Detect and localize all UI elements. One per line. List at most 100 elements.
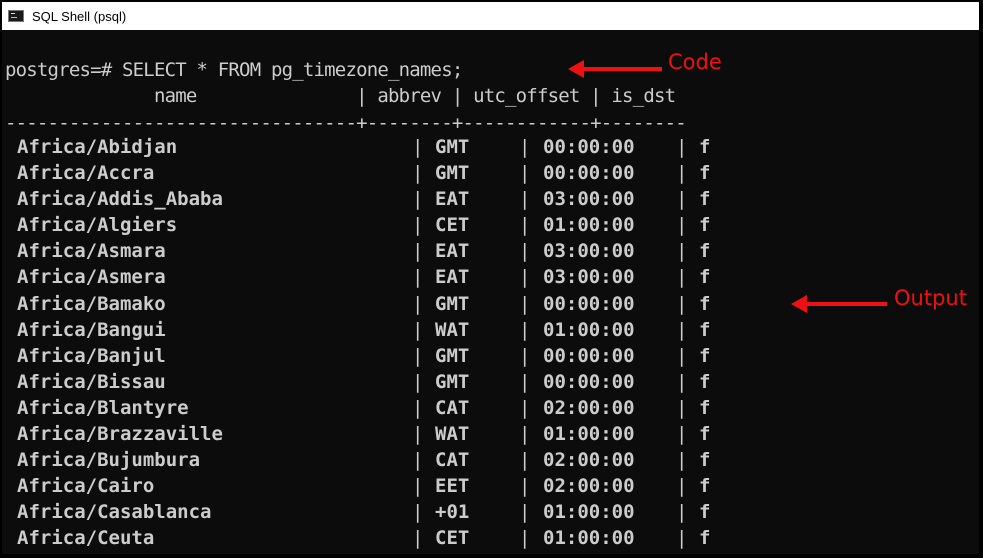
column-separator: |: [519, 266, 531, 289]
cell-utc-offset: 03:00:00: [543, 266, 635, 289]
output-arrow-icon: [791, 295, 887, 313]
cell-is-dst: f: [699, 475, 711, 498]
cell-abbrev: WAT: [435, 318, 470, 341]
cell-name: Africa/Algiers: [17, 214, 178, 237]
cell-is-dst: f: [699, 501, 711, 524]
column-separator: |: [412, 214, 424, 237]
column-separator: |: [412, 188, 424, 211]
column-separator: |: [519, 240, 531, 263]
cell-name: Africa/Cairo: [17, 475, 155, 498]
column-separator: |: [519, 449, 531, 472]
terminal-area[interactable]: postgres=# SELECT * FROM pg_timezone_nam…: [2, 30, 979, 554]
column-separator: |: [676, 423, 688, 446]
cell-name: Africa/Brazzaville: [17, 423, 223, 446]
cell-is-dst: f: [699, 396, 711, 419]
column-separator: |: [519, 136, 531, 158]
column-separator: |: [412, 136, 424, 158]
window-title: SQL Shell (psql): [32, 8, 127, 24]
cell-utc-offset: 02:00:00: [543, 449, 635, 472]
column-separator: |: [412, 162, 424, 185]
cell-utc-offset: 00:00:00: [543, 292, 635, 315]
cell-utc-offset: 02:00:00: [543, 396, 635, 419]
column-separator: |: [676, 188, 688, 211]
cell-abbrev: GMT: [435, 292, 470, 315]
column-separator: |: [519, 527, 531, 550]
column-separator: |: [519, 396, 531, 419]
cell-is-dst: f: [699, 527, 711, 550]
column-separator: |: [676, 266, 688, 289]
cell-name: Africa/Casablanca: [17, 501, 212, 524]
column-separator: |: [519, 344, 531, 367]
table-separator: ---------------------------------+------…: [5, 112, 687, 134]
cell-name: Africa/Bujumbura: [17, 449, 201, 472]
cell-name: Africa/Banjul: [17, 344, 166, 367]
cell-abbrev: CAT: [435, 449, 470, 472]
cell-name: Africa/Accra: [17, 162, 155, 185]
column-separator: |: [412, 501, 424, 524]
cell-abbrev: GMT: [435, 344, 470, 367]
cell-abbrev: EAT: [435, 188, 470, 211]
column-separator: |: [412, 292, 424, 315]
cell-name: Africa/Bangui: [17, 318, 166, 341]
column-separator: |: [676, 449, 688, 472]
column-separator: |: [676, 162, 688, 185]
column-separator: |: [412, 266, 424, 289]
cell-utc-offset: 00:00:00: [543, 370, 635, 393]
column-separator: |: [676, 527, 688, 550]
cell-utc-offset: 02:00:00: [543, 475, 635, 498]
column-separator: |: [412, 344, 424, 367]
cell-is-dst: f: [699, 318, 711, 341]
column-separator: |: [412, 475, 424, 498]
cell-utc-offset: 00:00:00: [543, 136, 635, 158]
column-separator: |: [676, 214, 688, 237]
cell-abbrev: EAT: [435, 240, 470, 263]
column-separator: |: [519, 501, 531, 524]
column-separator: |: [412, 240, 424, 263]
cell-utc-offset: 00:00:00: [543, 344, 635, 367]
cell-name: Africa/Abidjan: [17, 136, 178, 158]
cell-utc-offset: 01:00:00: [543, 214, 635, 237]
column-separator: |: [676, 344, 688, 367]
column-separator: |: [519, 162, 531, 185]
cell-name: Africa/Blantyre: [17, 396, 189, 419]
cell-name: Africa/Bissau: [17, 370, 166, 393]
column-separator: |: [676, 292, 688, 315]
column-separator: |: [412, 423, 424, 446]
cell-is-dst: f: [699, 449, 711, 472]
cell-utc-offset: 01:00:00: [543, 501, 635, 524]
column-separator: |: [676, 396, 688, 419]
table-header: name | abbrev | utc_offset | is_dst: [5, 85, 676, 107]
cell-is-dst: f: [699, 214, 711, 237]
cell-abbrev: +01: [435, 501, 470, 524]
column-separator: |: [519, 188, 531, 211]
cell-is-dst: f: [699, 136, 711, 158]
terminal-icon: [8, 10, 24, 22]
cell-abbrev: GMT: [435, 162, 470, 185]
column-separator: |: [412, 370, 424, 393]
command-line: postgres=# SELECT * FROM pg_timezone_nam…: [5, 59, 463, 81]
cell-utc-offset: 01:00:00: [543, 527, 635, 550]
column-separator: |: [519, 423, 531, 446]
cell-utc-offset: 01:00:00: [543, 423, 635, 446]
cell-is-dst: f: [699, 266, 711, 289]
cell-utc-offset: 03:00:00: [543, 240, 635, 263]
cell-name: Africa/Asmara: [17, 240, 166, 263]
cell-abbrev: EET: [435, 475, 470, 498]
column-separator: |: [519, 475, 531, 498]
column-separator: |: [676, 475, 688, 498]
cell-name: Africa/Ceuta: [17, 527, 155, 550]
cell-is-dst: f: [699, 370, 711, 393]
cell-is-dst: f: [699, 162, 711, 185]
cell-abbrev: CET: [435, 214, 470, 237]
title-bar[interactable]: SQL Shell (psql): [2, 2, 979, 30]
cell-abbrev: WAT: [435, 423, 470, 446]
column-separator: |: [412, 449, 424, 472]
cell-is-dst: f: [699, 344, 711, 367]
cell-name: Africa/Asmera: [17, 266, 166, 289]
code-arrow-icon: [568, 60, 662, 78]
cell-abbrev: GMT: [435, 136, 470, 158]
cell-is-dst: f: [699, 423, 711, 446]
code-annotation: Code: [668, 50, 722, 74]
cell-abbrev: EAT: [435, 266, 470, 289]
cell-is-dst: f: [699, 188, 711, 211]
